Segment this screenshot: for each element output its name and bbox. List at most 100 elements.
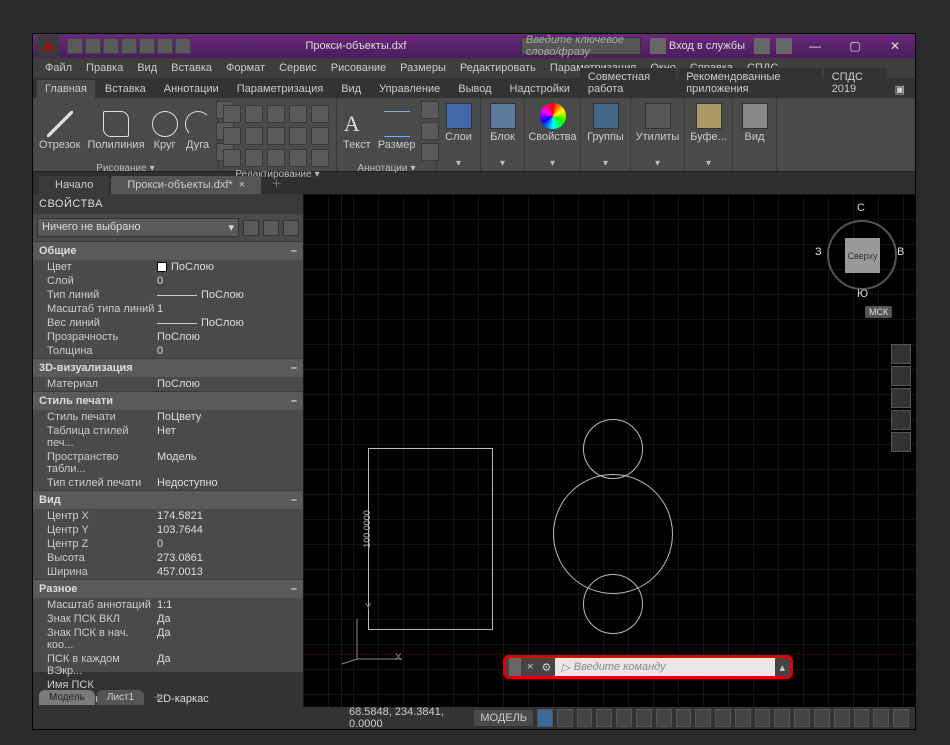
viewcube-wcs-label[interactable]: МСК xyxy=(865,306,892,318)
property-row[interactable]: ЦветПоСлою xyxy=(33,260,303,274)
modify-5[interactable] xyxy=(311,105,329,123)
maximize-button[interactable]: ▢ xyxy=(835,34,875,58)
selectobjects-icon[interactable] xyxy=(283,220,299,236)
cmd-block-button[interactable]: Блок xyxy=(485,101,520,145)
modify-rotate-icon[interactable] xyxy=(245,105,263,123)
property-row[interactable]: Тип линийПоСлою xyxy=(33,288,303,302)
quickselect-icon[interactable] xyxy=(243,220,259,236)
property-value[interactable]: ПоЦвету xyxy=(157,411,303,423)
status-hardware-icon[interactable] xyxy=(854,709,870,727)
status-polar-icon[interactable] xyxy=(596,709,612,727)
cmdline-recent-icon[interactable]: ▴ xyxy=(775,661,789,674)
qat-save-icon[interactable] xyxy=(103,38,119,54)
property-row[interactable]: Знак ПСК в нач. коо...Да xyxy=(33,626,303,652)
status-modelspace-button[interactable]: МОДЕЛЬ xyxy=(474,710,533,726)
property-value[interactable]: Да xyxy=(157,653,303,677)
modify-9[interactable] xyxy=(289,127,307,145)
cmd-utilities-button[interactable]: Утилиты xyxy=(635,101,680,145)
cmd-groups-button[interactable]: Группы xyxy=(585,101,626,145)
status-osnap-icon[interactable] xyxy=(616,709,632,727)
ribbontab-home[interactable]: Главная xyxy=(37,80,95,98)
panel-title-anno[interactable]: Аннотации ▾ xyxy=(341,161,432,176)
property-row[interactable]: МатериалПоСлою xyxy=(33,377,303,391)
drawing-area[interactable]: 100.0000 Y X Сверху С Ю З В МСК × xyxy=(303,194,915,707)
property-row[interactable]: Вес линийПоСлою xyxy=(33,316,303,330)
property-row[interactable]: Центр X174.5821 xyxy=(33,509,303,523)
selection-dropdown[interactable]: Ничего не выбрано▾ xyxy=(37,218,239,237)
status-ortho-icon[interactable] xyxy=(577,709,593,727)
modify-scale-icon[interactable] xyxy=(245,149,263,167)
nav-showmotion-icon[interactable] xyxy=(891,432,911,452)
property-value[interactable]: 0 xyxy=(157,275,303,287)
status-otrack-icon[interactable] xyxy=(656,709,672,727)
drawing-rectangle[interactable] xyxy=(368,448,493,630)
property-value[interactable]: Да xyxy=(157,613,303,625)
modify-4[interactable] xyxy=(289,105,307,123)
property-value[interactable] xyxy=(157,679,303,691)
cmd-properties-button[interactable]: Свойства xyxy=(529,101,576,145)
cmdline-grip-icon[interactable] xyxy=(509,658,521,676)
property-row[interactable]: ПрозрачностьПоСлою xyxy=(33,330,303,344)
property-value[interactable]: ПоСлою xyxy=(157,289,303,301)
status-isolate-icon[interactable] xyxy=(834,709,850,727)
viewcube-north[interactable]: С xyxy=(857,202,865,214)
menu-modify[interactable]: Редактировать xyxy=(454,60,542,76)
modify-move-icon[interactable] xyxy=(223,105,241,123)
doctab-new-button[interactable]: ＋ xyxy=(263,172,290,194)
qat-open-icon[interactable] xyxy=(85,38,101,54)
status-lwt-icon[interactable] xyxy=(676,709,692,727)
cmd-arc-button[interactable]: Дуга xyxy=(183,109,213,153)
viewcube-east[interactable]: В xyxy=(897,246,904,258)
ribbontab-featured[interactable]: Рекомендованные приложения xyxy=(678,68,822,98)
status-lock-icon[interactable] xyxy=(814,709,830,727)
layout-model[interactable]: Модель xyxy=(39,690,95,705)
modify-mirror-icon[interactable] xyxy=(245,127,263,145)
property-value[interactable]: Нет xyxy=(157,425,303,449)
viewcube-south[interactable]: Ю xyxy=(857,288,868,300)
modify-stretch-icon[interactable] xyxy=(223,149,241,167)
qat-saveas-icon[interactable] xyxy=(121,38,137,54)
menu-tools[interactable]: Сервис xyxy=(273,60,323,76)
status-units-icon[interactable] xyxy=(774,709,790,727)
viewcube[interactable]: Сверху С Ю З В МСК xyxy=(821,202,901,302)
cmd-text-button[interactable]: AТекст xyxy=(341,109,373,153)
panel-title-draw[interactable]: Рисование ▾ xyxy=(37,161,214,176)
viewcube-top-face[interactable]: Сверху xyxy=(845,238,880,273)
ribbontab-spds[interactable]: СПДС 2019 xyxy=(824,68,887,98)
pickadd-icon[interactable] xyxy=(263,220,279,236)
property-value[interactable]: 0 xyxy=(157,538,303,550)
layout-add-button[interactable]: ＋ xyxy=(146,687,169,707)
property-value[interactable]: 1:1 xyxy=(157,599,303,611)
help-icon[interactable] xyxy=(776,38,792,54)
cmdline-close-icon[interactable]: × xyxy=(523,661,537,673)
property-row[interactable]: Стиль печатиПоЦвету xyxy=(33,410,303,424)
ribbontab-collab[interactable]: Совместная работа xyxy=(580,68,676,98)
ribbontab-output[interactable]: Вывод xyxy=(450,80,499,98)
nav-orbit-icon[interactable] xyxy=(891,410,911,430)
ribbon-collapse-icon[interactable]: ▣ xyxy=(889,81,911,98)
modify-10[interactable] xyxy=(311,127,329,145)
status-transparency-icon[interactable] xyxy=(695,709,711,727)
cmdline-customize-icon[interactable]: ⚙ xyxy=(537,661,555,674)
status-coordinates[interactable]: 68.5848, 234.3841, 0.0000 xyxy=(349,706,462,730)
cat-misc[interactable]: Разное– xyxy=(33,579,303,598)
status-quickprops-icon[interactable] xyxy=(794,709,810,727)
modify-fillet-icon[interactable] xyxy=(267,127,285,145)
cat-3d[interactable]: 3D-визуализация– xyxy=(33,358,303,377)
nav-zoom-icon[interactable] xyxy=(891,388,911,408)
status-grid-icon[interactable] xyxy=(537,709,553,727)
property-value[interactable]: 457.0013 xyxy=(157,566,303,578)
menu-dimension[interactable]: Размеры xyxy=(394,60,452,76)
property-row[interactable]: Центр Z0 xyxy=(33,537,303,551)
property-value[interactable]: 103.7644 xyxy=(157,524,303,536)
property-row[interactable]: Масштаб типа линий1 xyxy=(33,302,303,316)
property-value[interactable]: 174.5821 xyxy=(157,510,303,522)
drawing-circle-top[interactable] xyxy=(583,419,643,479)
property-row[interactable]: Высота273.0861 xyxy=(33,551,303,565)
property-value[interactable]: Да xyxy=(157,627,303,651)
status-workspace-icon[interactable] xyxy=(735,709,751,727)
menu-edit[interactable]: Правка xyxy=(80,60,129,76)
cmd-layers-button[interactable]: Слои xyxy=(441,101,476,145)
anno-small-2[interactable] xyxy=(421,122,439,140)
menu-insert[interactable]: Вставка xyxy=(165,60,218,76)
